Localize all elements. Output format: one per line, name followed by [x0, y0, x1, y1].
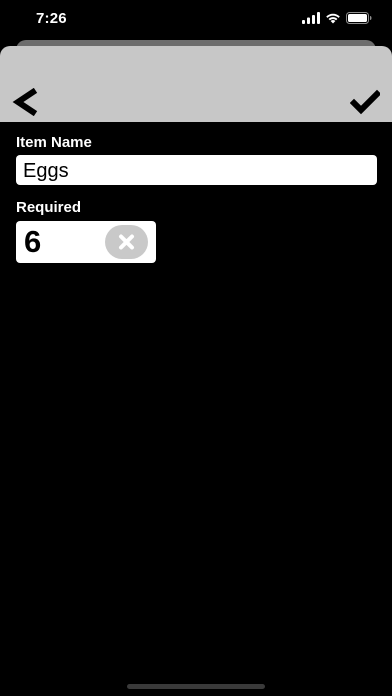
item-name-label: Item Name [16, 134, 92, 151]
clear-quantity-button[interactable] [105, 225, 148, 259]
required-quantity-field[interactable]: 6 [16, 221, 156, 263]
checkmark-icon [349, 88, 382, 116]
required-label: Required [16, 199, 82, 216]
home-indicator [127, 684, 265, 689]
wifi-icon [325, 12, 341, 24]
status-bar: 7:26 [0, 0, 392, 40]
chevron-left-icon [8, 87, 38, 117]
required-quantity-value[interactable]: 6 [24, 223, 41, 261]
battery-icon [346, 12, 372, 24]
item-name-input[interactable] [16, 155, 377, 185]
back-button[interactable] [8, 87, 40, 118]
status-time: 7:26 [36, 10, 67, 27]
navigation-bar [0, 46, 392, 122]
done-button[interactable] [349, 88, 382, 118]
status-icons [302, 12, 372, 24]
cellular-signal-icon [302, 12, 320, 24]
clear-x-icon [119, 234, 134, 250]
item-form: Item Name Required 6 [16, 122, 377, 263]
